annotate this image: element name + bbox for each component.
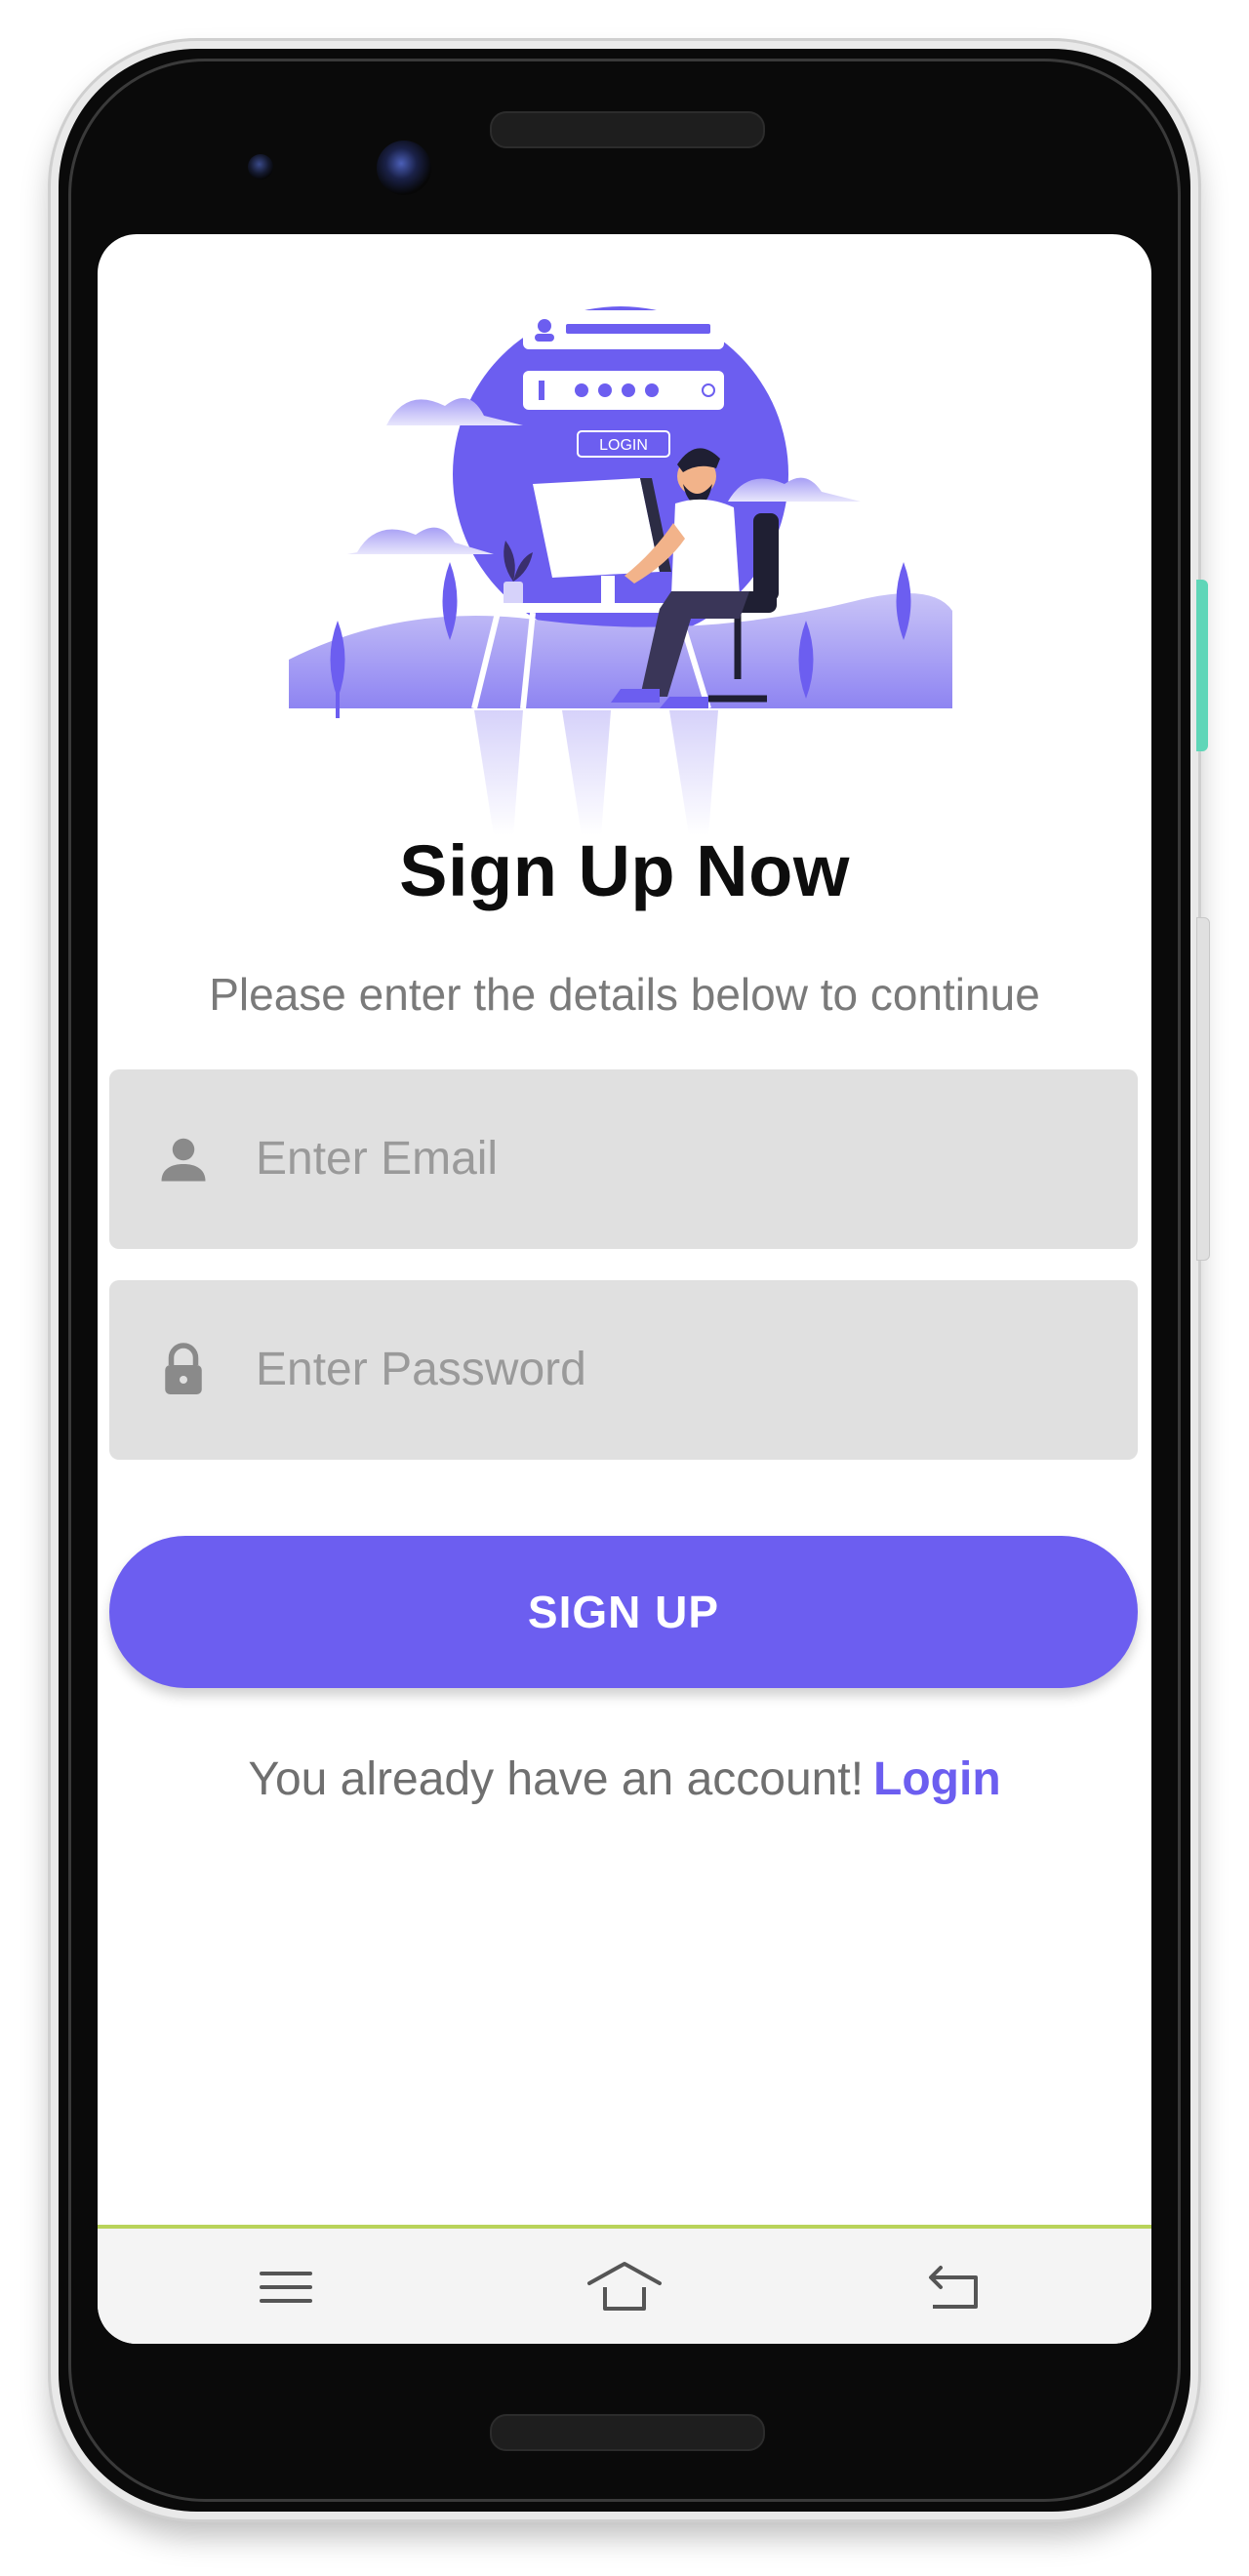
signup-illustration: LOGIN	[289, 306, 952, 835]
login-prompt-text: You already have an account!	[248, 1753, 865, 1805]
password-placeholder: Enter Password	[256, 1344, 586, 1395]
person-shirt	[671, 499, 740, 595]
front-camera	[377, 141, 431, 195]
login-link[interactable]: Login	[873, 1753, 1001, 1805]
email-field[interactable]: Enter Email	[109, 1069, 1138, 1249]
system-nav-bar	[98, 2225, 1151, 2344]
menu-icon[interactable]	[252, 2258, 320, 2316]
earpiece-speaker	[490, 111, 765, 148]
page-title: Sign Up Now	[399, 830, 850, 911]
volume-button[interactable]	[1196, 917, 1210, 1261]
sign-up-button[interactable]: SIGN UP	[109, 1536, 1138, 1688]
page-subtitle: Please enter the details below to contin…	[209, 969, 1040, 1020]
password-field[interactable]: Enter Password	[109, 1280, 1138, 1460]
lock-icon	[165, 1343, 202, 1394]
login-prompt: You already have an account! Login	[98, 1752, 1151, 1806]
email-placeholder: Enter Email	[256, 1133, 499, 1185]
bottom-speaker	[490, 2414, 765, 2451]
chair	[753, 513, 779, 601]
power-button[interactable]	[1196, 580, 1208, 751]
person-icon	[161, 1138, 206, 1182]
front-sensor	[248, 154, 273, 180]
app-screen: LOGIN Sign Up Now Please enter the detai…	[98, 234, 1151, 2344]
svg-text:LOGIN: LOGIN	[599, 437, 648, 454]
back-icon[interactable]	[919, 2258, 987, 2316]
home-icon[interactable]	[582, 2258, 667, 2316]
